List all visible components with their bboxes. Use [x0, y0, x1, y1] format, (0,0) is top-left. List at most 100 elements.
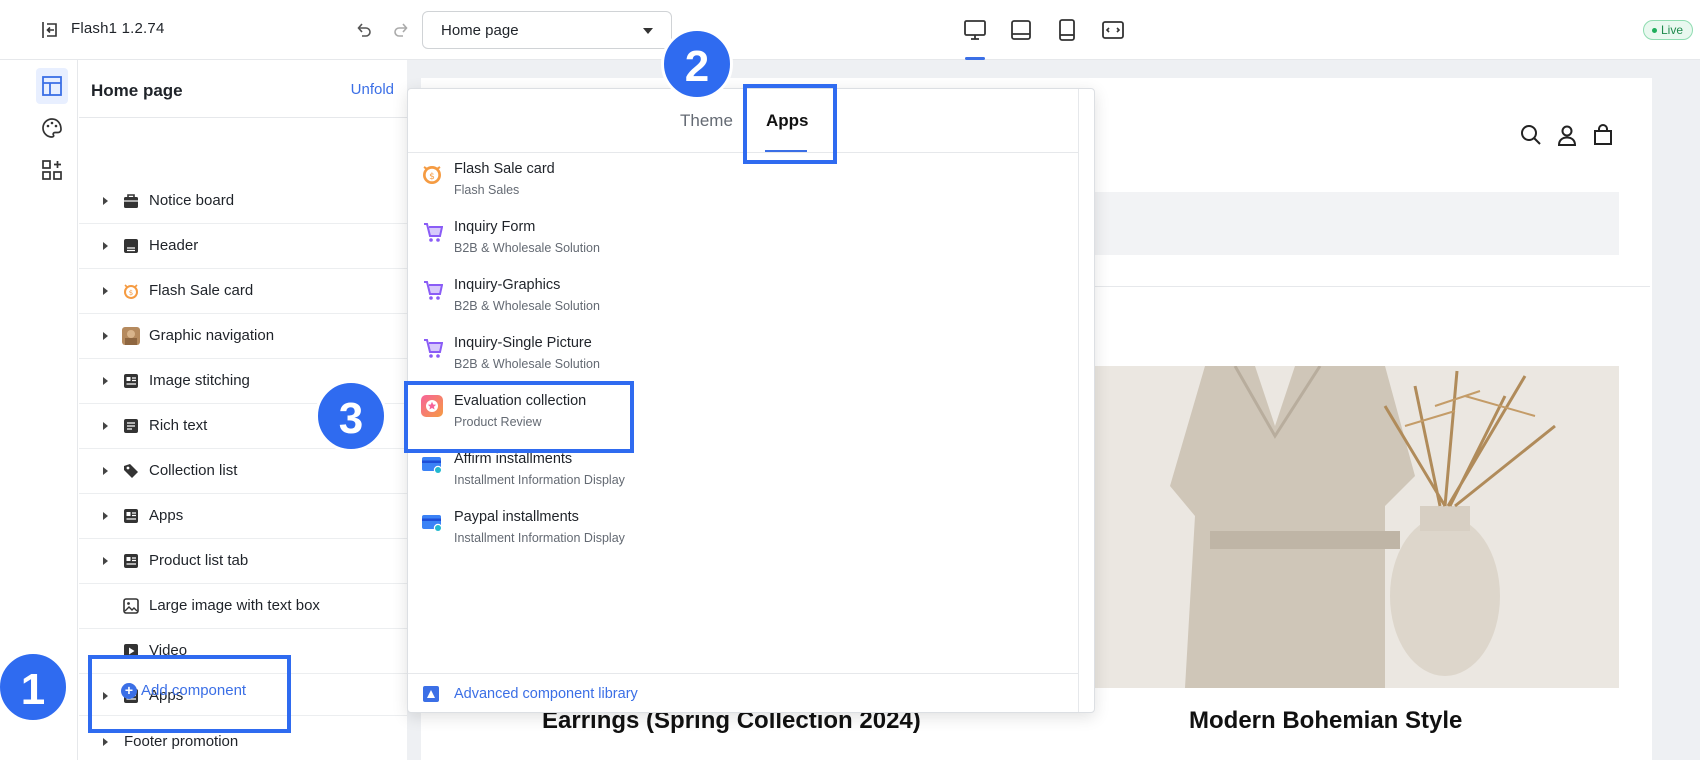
- expand-arrow-icon[interactable]: [103, 422, 108, 430]
- installment-card-icon: [422, 457, 443, 475]
- app-item-paypal-installments[interactable]: Paypal installments Installment Informat…: [408, 503, 1078, 561]
- product-list-icon: [124, 554, 138, 568]
- outline-item-label: Flash Sale card: [149, 282, 254, 299]
- app-item-subtitle: Installment Information Display: [454, 531, 625, 545]
- app-item-inquiry-single-picture[interactable]: Inquiry-Single Picture B2B & Wholesale S…: [408, 329, 1078, 387]
- outline-item-product-list-tab[interactable]: Product list tab: [79, 539, 407, 584]
- installment-card-icon: [422, 515, 443, 533]
- app-item-subtitle: Installment Information Display: [454, 473, 625, 487]
- apps-icon: [124, 509, 138, 523]
- picker-scrollbar[interactable]: [1078, 89, 1095, 712]
- expand-arrow-icon[interactable]: [103, 738, 108, 746]
- expand-arrow-icon[interactable]: [103, 332, 108, 340]
- app-item-inquiry-form[interactable]: Inquiry Form B2B & Wholesale Solution: [408, 213, 1078, 271]
- outline-item-label: Rich text: [149, 417, 208, 434]
- step-badge-3: 3: [315, 380, 387, 452]
- highlight-evaluation-collection: [404, 381, 634, 453]
- tab-theme[interactable]: Theme: [680, 111, 733, 131]
- undo-icon[interactable]: [355, 21, 373, 39]
- graphic-thumbnail-icon: [122, 327, 140, 345]
- outline-item-label: Apps: [149, 507, 184, 524]
- app-item-name: Paypal installments: [454, 509, 579, 525]
- add-block-icon[interactable]: [40, 158, 64, 182]
- fullscreen-icon[interactable]: [1101, 18, 1125, 42]
- mobile-icon[interactable]: [1055, 18, 1079, 42]
- app-item-name: Inquiry Form: [454, 219, 536, 235]
- advanced-library-label: Advanced component library: [454, 686, 638, 702]
- flash-sale-icon: $: [124, 284, 138, 299]
- search-icon[interactable]: [1520, 124, 1542, 146]
- outline-item-large-image-with-text-box[interactable]: Large image with text box: [79, 584, 407, 629]
- expand-arrow-icon[interactable]: [103, 287, 108, 295]
- inquiry-cart-icon: [424, 339, 443, 358]
- bag-icon[interactable]: [1592, 124, 1614, 146]
- redo-icon[interactable]: [392, 21, 410, 39]
- app-item-name: Flash Sale card: [454, 161, 555, 177]
- store-announcement-bar: [1085, 192, 1619, 255]
- inquiry-cart-icon: [424, 223, 443, 242]
- app-item-inquiry-graphics[interactable]: Inquiry-Graphics B2B & Wholesale Solutio…: [408, 271, 1078, 329]
- flash-sale-icon: $: [423, 166, 441, 184]
- notice-icon: [124, 194, 138, 208]
- desktop-icon[interactable]: [963, 18, 987, 42]
- user-icon[interactable]: [1556, 124, 1578, 146]
- outline-item-notice-board[interactable]: Notice board: [79, 179, 407, 224]
- highlight-add-component: [88, 655, 291, 733]
- rich-text-icon: [124, 419, 138, 433]
- page-select[interactable]: Home page: [422, 11, 672, 49]
- outline-item-graphic-navigation[interactable]: Graphic navigation: [79, 314, 407, 359]
- app-item-affirm-installments[interactable]: Affirm installments Installment Informat…: [408, 445, 1078, 503]
- outline-item-apps[interactable]: Apps: [79, 494, 407, 539]
- step-badge-2: 2: [661, 28, 733, 100]
- app-item-subtitle: B2B & Wholesale Solution: [454, 357, 600, 371]
- live-badge: Live: [1643, 20, 1693, 40]
- image-stitching-icon: [124, 374, 138, 388]
- outline-item-collection-list[interactable]: Collection list: [79, 449, 407, 494]
- outline-item-label: Header: [149, 237, 199, 254]
- svg-text:$: $: [429, 172, 435, 182]
- outline-item-header[interactable]: Header: [79, 224, 407, 269]
- app-item-subtitle: Flash Sales: [454, 183, 520, 197]
- outline-title: Home page: [91, 81, 183, 100]
- expand-arrow-icon[interactable]: [103, 377, 108, 385]
- outline-item-label: Footer promotion: [124, 733, 239, 750]
- collection-tag-icon: [124, 464, 138, 478]
- advanced-library-link[interactable]: Advanced component library: [408, 673, 1078, 713]
- component-library-icon: [423, 686, 439, 702]
- app-item-name: Inquiry-Graphics: [454, 277, 561, 293]
- app-item-name: Inquiry-Single Picture: [454, 335, 592, 351]
- expand-arrow-icon[interactable]: [103, 197, 108, 205]
- top-bar: Flash1 1.2.74 Home page Live: [0, 0, 1700, 60]
- product-photo: [1085, 366, 1619, 688]
- expand-arrow-icon[interactable]: [103, 467, 108, 475]
- highlight-apps-tab: [743, 84, 837, 164]
- tablet-landscape-icon[interactable]: [1009, 18, 1033, 42]
- step-badge-1: 1: [0, 651, 69, 723]
- outline-item-label: Graphic navigation: [149, 327, 275, 344]
- chevron-down-icon: [643, 28, 653, 34]
- app-title: Flash1 1.2.74: [71, 20, 165, 37]
- outline-header: Home page Unfold: [79, 60, 407, 118]
- outline-item-label: Collection list: [149, 462, 238, 479]
- collection-caption-right[interactable]: Modern Bohemian Style: [1189, 707, 1462, 735]
- layout-icon[interactable]: [40, 74, 64, 98]
- inquiry-cart-icon: [424, 281, 443, 300]
- expand-arrow-icon[interactable]: [103, 512, 108, 520]
- header-icon: [124, 239, 138, 253]
- app-item-name: Affirm installments: [454, 451, 573, 467]
- page-select-value: Home page: [441, 22, 519, 39]
- outline-item-label: Image stitching: [149, 372, 250, 389]
- expand-arrow-icon[interactable]: [103, 557, 108, 565]
- outline-item-label: Product list tab: [149, 552, 249, 569]
- outline-item-label: Notice board: [149, 192, 235, 209]
- unfold-link[interactable]: Unfold: [351, 81, 394, 98]
- product-photo-illustration: [1085, 366, 1619, 688]
- expand-arrow-icon[interactable]: [103, 242, 108, 250]
- large-image-icon: [123, 598, 139, 614]
- palette-icon[interactable]: [40, 116, 64, 140]
- exit-icon[interactable]: [40, 20, 60, 40]
- app-item-subtitle: B2B & Wholesale Solution: [454, 241, 600, 255]
- outline-item-flash-sale-card[interactable]: $ Flash Sale card: [79, 269, 407, 314]
- svg-text:$: $: [129, 289, 133, 297]
- app-item-subtitle: B2B & Wholesale Solution: [454, 299, 600, 313]
